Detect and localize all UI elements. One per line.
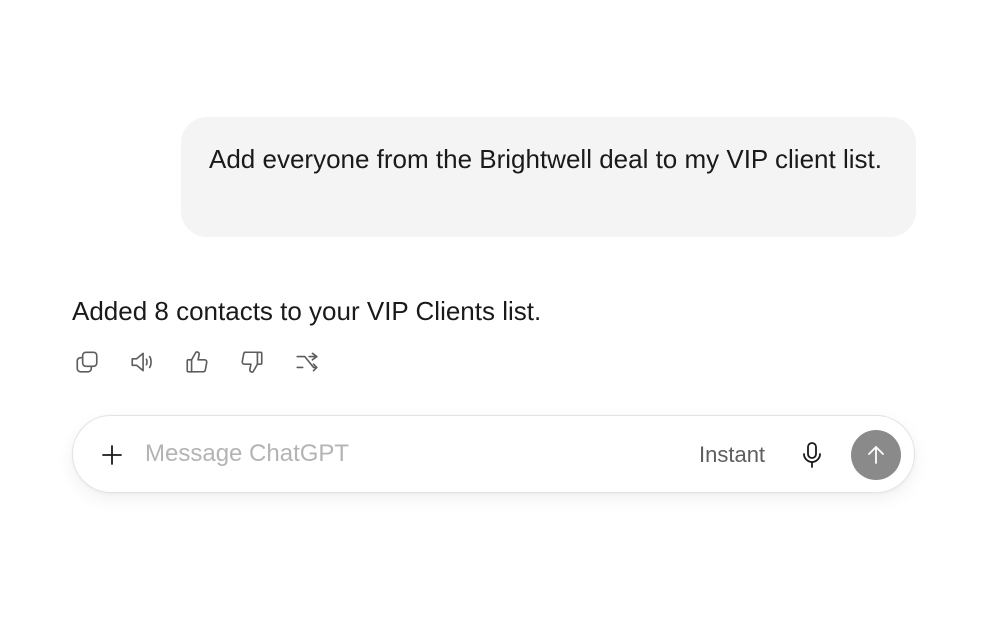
copy-button[interactable] <box>72 347 102 377</box>
arrow-up-icon <box>868 446 884 464</box>
user-message-bubble: Add everyone from the Brightwell deal to… <box>181 117 916 237</box>
thumbs-up-icon <box>186 351 208 373</box>
copy-icon <box>76 351 98 373</box>
assistant-message-text: Added 8 contacts to your VIP Clients lis… <box>72 296 542 326</box>
good-response-button[interactable] <box>182 347 212 377</box>
dictate-button[interactable] <box>797 439 827 471</box>
microphone-icon <box>803 442 821 468</box>
user-message-text: Add everyone from the Brightwell deal to… <box>209 144 882 174</box>
message-action-row <box>72 347 347 377</box>
assistant-message: Added 8 contacts to your VIP Clients lis… <box>72 292 541 330</box>
read-aloud-button[interactable] <box>127 347 157 377</box>
regenerate-icon <box>296 352 318 372</box>
plus-icon <box>102 445 122 465</box>
add-attachment-button[interactable] <box>97 440 127 470</box>
message-input[interactable] <box>145 434 645 474</box>
regenerate-button[interactable] <box>292 347 322 377</box>
thumbs-down-icon <box>241 351 263 373</box>
mode-selector[interactable]: Instant <box>699 440 765 470</box>
send-button[interactable] <box>851 430 901 480</box>
message-composer: Instant <box>72 415 915 493</box>
speaker-icon <box>131 352 152 372</box>
bad-response-button[interactable] <box>237 347 267 377</box>
